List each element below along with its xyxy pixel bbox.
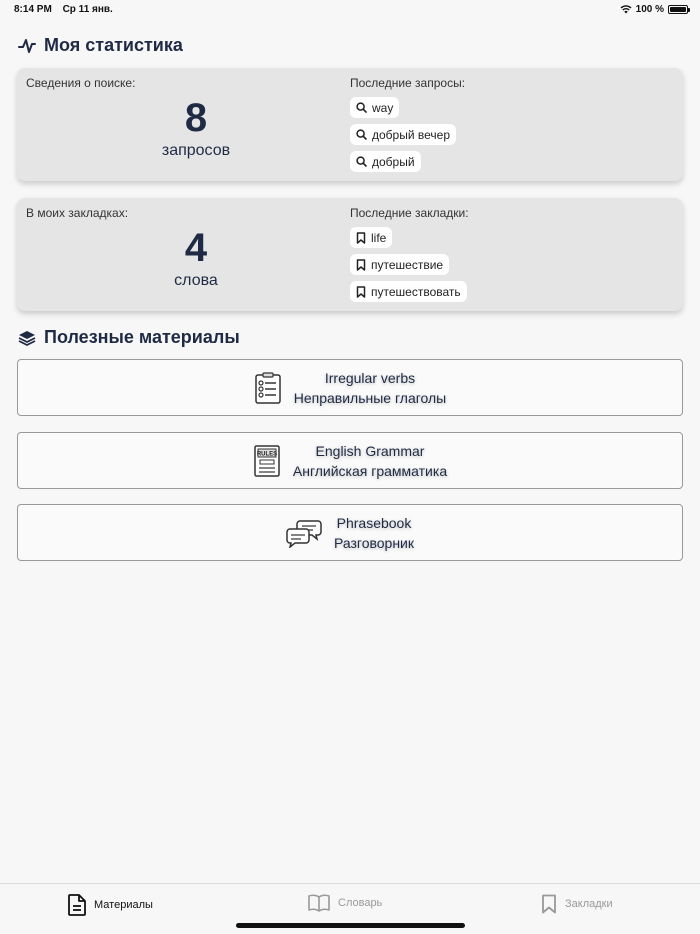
phrasebook-button[interactable]: Phrasebook Разговорник bbox=[17, 504, 683, 561]
svg-text:RULES: RULES bbox=[257, 451, 277, 457]
battery-icon bbox=[668, 5, 690, 14]
recent-bookmark-chip[interactable]: путешествие bbox=[350, 254, 450, 275]
status-bar: 8:14 PM Ср 11 янв. 100 % bbox=[0, 0, 700, 20]
document-icon bbox=[68, 894, 86, 916]
material-title: Phrasebook bbox=[336, 514, 412, 531]
bookmark-stats-label: В моих закладках: bbox=[26, 206, 129, 220]
open-book-icon bbox=[308, 894, 330, 912]
bookmark-icon bbox=[356, 231, 366, 244]
material-subtitle: Разговорник bbox=[333, 534, 415, 551]
recent-searches-label: Последние запросы: bbox=[350, 76, 466, 90]
material-title: English Grammar bbox=[315, 442, 425, 459]
checklist-icon bbox=[254, 371, 281, 404]
speech-bubbles-icon bbox=[286, 519, 322, 548]
stats-section-header: Моя статистика bbox=[18, 35, 183, 56]
materials-section-header: Полезные материалы bbox=[18, 327, 240, 348]
tab-dictionary[interactable]: Словарь bbox=[308, 894, 382, 912]
status-time: 8:14 PM bbox=[14, 4, 52, 15]
battery-percent: 100 % bbox=[635, 4, 664, 15]
home-indicator[interactable] bbox=[236, 923, 465, 928]
recent-bookmark-chip[interactable]: life bbox=[350, 227, 393, 248]
bookmark-icon bbox=[356, 258, 366, 271]
recent-search-text: way bbox=[372, 100, 394, 115]
irregular-verbs-button[interactable]: Irregular verbs Неправильные глаголы bbox=[17, 359, 683, 416]
status-date: Ср 11 янв. bbox=[62, 4, 113, 15]
tab-dictionary-label: Словарь bbox=[338, 897, 383, 909]
bookmark-stats-card: В моих закладках: 4 слова Последние закл… bbox=[17, 198, 683, 311]
recent-searches-list: way добрый вечер добрый bbox=[350, 97, 465, 172]
material-title: Irregular verbs bbox=[324, 369, 416, 386]
recent-bookmarks-label: Последние закладки: bbox=[350, 206, 469, 220]
bookmark-icon bbox=[356, 285, 366, 298]
bookmark-count-unit: слова bbox=[174, 272, 218, 289]
recent-bookmark-text: путешествовать bbox=[371, 284, 461, 299]
tab-bookmarks-label: Закладки bbox=[565, 898, 613, 910]
recent-search-chip[interactable]: way bbox=[350, 97, 400, 118]
material-subtitle: Английская грамматика bbox=[292, 462, 448, 479]
tab-materials[interactable]: Материалы bbox=[68, 894, 153, 916]
bookmark-icon bbox=[542, 894, 556, 914]
search-stats-label: Сведения о поиске: bbox=[26, 76, 136, 90]
rules-book-icon: RULES bbox=[254, 444, 280, 477]
activity-icon bbox=[18, 38, 36, 53]
material-subtitle: Неправильные глаголы bbox=[293, 389, 447, 406]
layers-icon bbox=[18, 330, 36, 346]
recent-bookmark-text: life bbox=[371, 230, 387, 245]
recent-bookmark-chip[interactable]: путешествовать bbox=[350, 281, 467, 302]
search-icon bbox=[356, 129, 367, 140]
search-icon bbox=[356, 102, 367, 113]
search-icon bbox=[356, 156, 367, 167]
recent-search-chip[interactable]: добрый bbox=[350, 151, 421, 172]
tab-bookmarks[interactable]: Закладки bbox=[541, 894, 613, 914]
recent-search-text: добрый вечер bbox=[372, 127, 450, 142]
search-count: 8 bbox=[184, 96, 208, 140]
recent-bookmark-text: путешествие bbox=[371, 257, 444, 272]
recent-search-text: добрый bbox=[372, 154, 415, 169]
recent-search-chip[interactable]: добрый вечер bbox=[350, 124, 456, 145]
tab-materials-label: Материалы bbox=[94, 899, 153, 911]
recent-bookmarks-list: life путешествие путешествовать bbox=[350, 227, 469, 302]
english-grammar-button[interactable]: RULES English Grammar Английская граммат… bbox=[17, 432, 683, 489]
bookmark-count: 4 bbox=[184, 226, 208, 270]
wifi-icon bbox=[620, 5, 632, 14]
stats-section-title: Моя статистика bbox=[44, 35, 183, 55]
search-count-unit: запросов bbox=[161, 142, 231, 159]
materials-section-title: Полезные материалы bbox=[44, 327, 240, 347]
search-stats-card: Сведения о поиске: 8 запросов Последние … bbox=[17, 68, 683, 181]
